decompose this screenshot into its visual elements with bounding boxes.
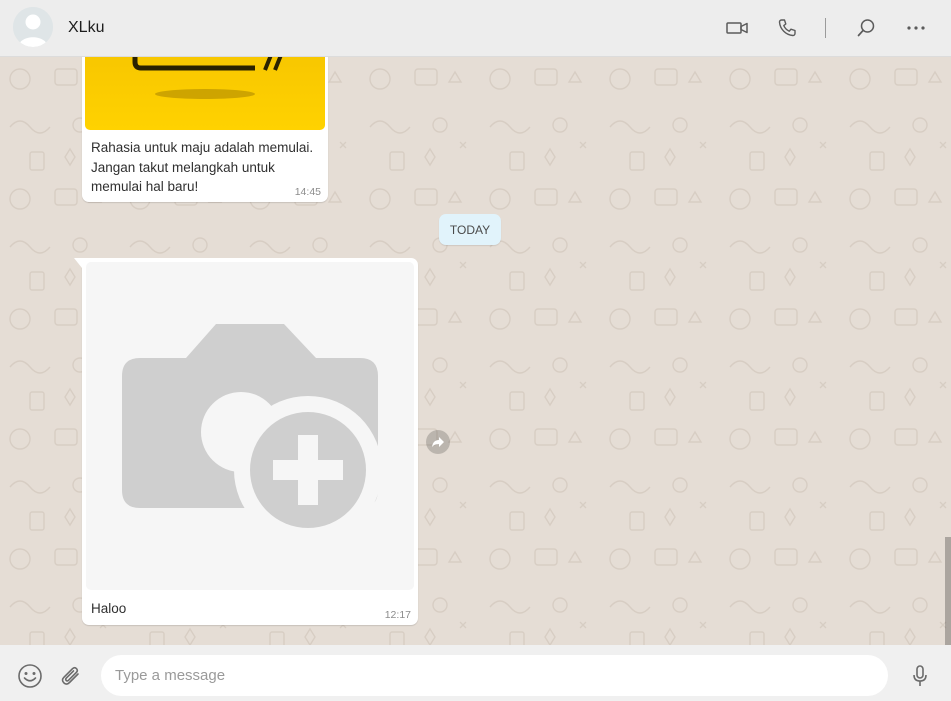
more-options-icon [907, 26, 925, 30]
video-call-button[interactable] [725, 16, 749, 40]
message-bubble[interactable]: Rahasia untuk maju adalah memulai. Janga… [82, 57, 328, 202]
voice-message-button[interactable] [907, 663, 933, 689]
message-input[interactable] [101, 655, 888, 696]
emoji-icon [18, 664, 42, 688]
more-options-button[interactable] [904, 16, 928, 40]
search-icon [857, 19, 875, 37]
contact-avatar[interactable] [13, 7, 53, 47]
yellow-promo-image [132, 57, 283, 99]
voice-call-icon [778, 19, 796, 37]
date-separator: TODAY [439, 214, 501, 245]
message-bubble[interactable]: Haloo 12:17 [74, 258, 418, 625]
chat-header: XLku [0, 0, 951, 57]
forward-icon [432, 437, 444, 447]
video-call-icon [726, 22, 748, 34]
message-caption: Rahasia untuk maju adalah memulai. Janga… [91, 140, 314, 194]
composer-bar [0, 645, 951, 701]
message-caption: Haloo [91, 601, 127, 616]
chat-area[interactable]: Rahasia untuk maju adalah memulai. Janga… [0, 57, 951, 645]
contact-name[interactable]: XLku [68, 19, 104, 37]
image-placeholder[interactable] [86, 262, 414, 590]
header-divider [825, 18, 826, 38]
message-time: 14:45 [294, 186, 321, 198]
message-time: 12:17 [384, 609, 411, 621]
forward-button[interactable] [426, 430, 450, 454]
bubble-tail [74, 258, 82, 268]
attach-button[interactable] [58, 663, 84, 689]
attach-icon [61, 666, 79, 685]
chat-scrollbar[interactable] [945, 537, 951, 645]
promo-image[interactable] [85, 57, 325, 130]
search-button[interactable] [854, 16, 878, 40]
camera-plus-placeholder-icon [122, 324, 382, 544]
emoji-button[interactable] [17, 663, 43, 689]
voice-call-button[interactable] [775, 16, 799, 40]
microphone-icon [913, 665, 927, 686]
avatar-default-icon [13, 7, 53, 47]
